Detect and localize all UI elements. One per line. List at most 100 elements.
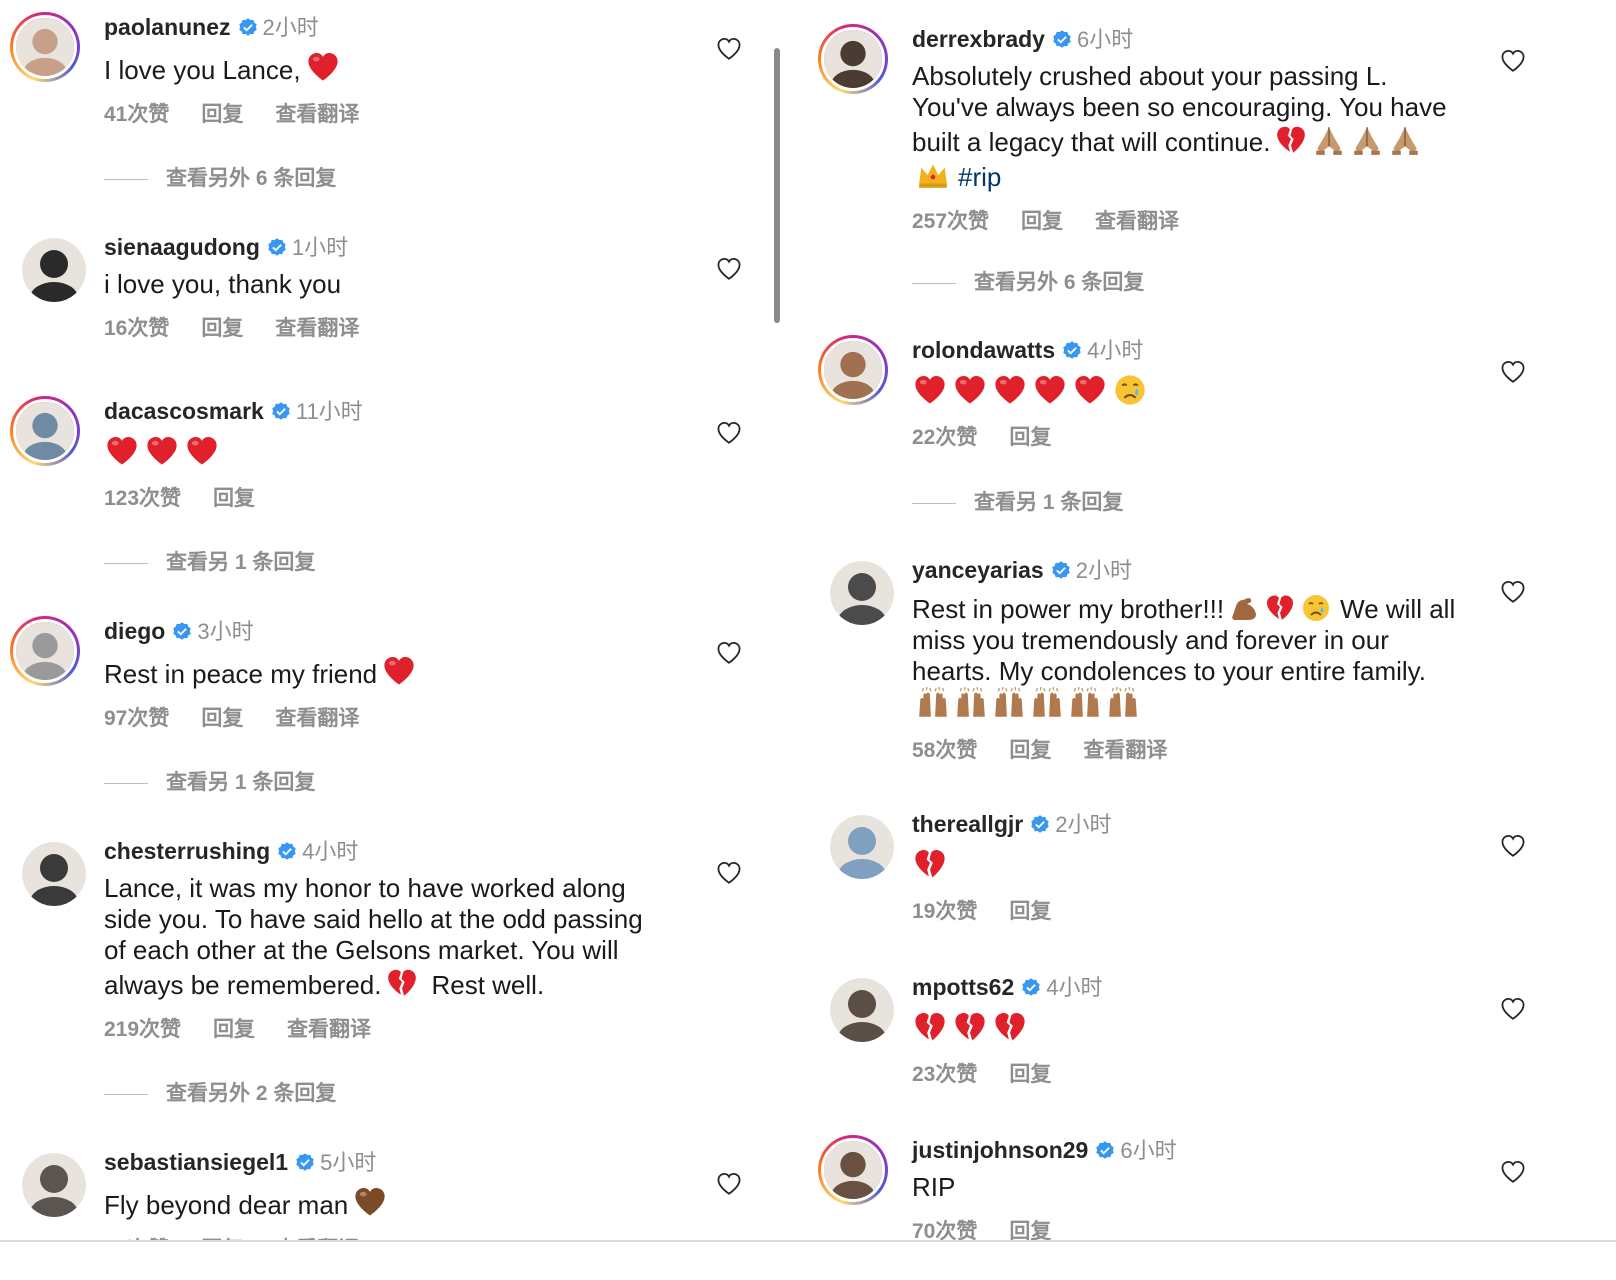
- reply-button[interactable]: 回复: [1021, 210, 1063, 233]
- username-link[interactable]: chesterrushing: [104, 838, 270, 864]
- avatar[interactable]: [830, 978, 894, 1042]
- likes-count[interactable]: 58次赞: [912, 739, 977, 762]
- comment-text: Absolutely crushed about your passing L.: [912, 61, 1447, 92]
- username-link[interactable]: dacascosmark: [104, 398, 264, 424]
- username-link[interactable]: mpotts62: [912, 974, 1014, 1000]
- verified-badge-icon: [1052, 561, 1070, 579]
- timestamp: 2小时: [1055, 812, 1112, 837]
- replies-divider: [104, 178, 148, 180]
- username-link[interactable]: yanceyarias: [912, 557, 1044, 583]
- scrollbar[interactable]: [774, 48, 780, 323]
- username-link[interactable]: sebastiansiegel1: [104, 1149, 288, 1175]
- likes-count[interactable]: 219次赞: [104, 1018, 181, 1041]
- avatar[interactable]: [818, 335, 888, 405]
- reply-button[interactable]: 回复: [213, 1018, 255, 1041]
- username-link[interactable]: diego: [104, 618, 165, 644]
- see-translation-button[interactable]: 查看翻译: [1095, 210, 1179, 233]
- view-replies-button[interactable]: 查看另外 6 条回复: [104, 162, 336, 192]
- avatar[interactable]: [10, 12, 80, 82]
- likes-count[interactable]: 22次赞: [912, 426, 977, 449]
- username-link[interactable]: sienaagudong: [104, 234, 260, 260]
- hashtag-link[interactable]: #rip: [958, 162, 1001, 192]
- comment-meta: 58次赞 回复 查看翻译: [912, 734, 1455, 764]
- username-link[interactable]: justinjohnson29: [912, 1137, 1088, 1163]
- avatar[interactable]: [10, 396, 80, 466]
- broken-heart-emoji: [1274, 123, 1308, 157]
- reply-button[interactable]: 回复: [201, 317, 243, 340]
- like-heart-icon[interactable]: [716, 256, 742, 282]
- likes-count[interactable]: 257次赞: [912, 210, 989, 233]
- likes-count[interactable]: 23次赞: [912, 1063, 977, 1086]
- like-heart-icon[interactable]: [716, 36, 742, 62]
- comment-meta: 23次赞 回复: [912, 1058, 1103, 1088]
- see-translation-button[interactable]: 查看翻译: [275, 317, 359, 340]
- comment-body: rolondawatts 4小时 22次赞 回复: [912, 335, 1148, 451]
- verified-badge-icon: [278, 842, 296, 860]
- view-replies-label: 查看另外 6 条回复: [974, 271, 1145, 294]
- reply-button[interactable]: 回复: [1009, 900, 1051, 923]
- folded-hands-emoji: [1350, 123, 1384, 157]
- view-replies-button[interactable]: 查看另 1 条回复: [104, 766, 315, 796]
- avatar[interactable]: [818, 24, 888, 94]
- avatar[interactable]: [22, 238, 86, 302]
- username-link[interactable]: thereallgjr: [912, 811, 1023, 837]
- folded-hands-emoji: [1312, 123, 1346, 157]
- avatar[interactable]: [10, 616, 80, 686]
- like-heart-icon[interactable]: [1500, 1159, 1526, 1185]
- reply-button[interactable]: 回复: [1009, 739, 1051, 762]
- reply-button[interactable]: 回复: [201, 103, 243, 126]
- timestamp: 1小时: [291, 235, 349, 260]
- like-heart-icon[interactable]: [1500, 833, 1526, 859]
- like-heart-icon[interactable]: [1500, 48, 1526, 74]
- username-link[interactable]: derrexbrady: [912, 26, 1045, 52]
- comment-text-line: of each other at the Gelsons market. You…: [104, 935, 619, 965]
- likes-count[interactable]: 97次赞: [104, 707, 169, 730]
- comment-text-line: Lance, it was my honor to have worked al…: [104, 873, 626, 903]
- like-heart-icon[interactable]: [1500, 359, 1526, 385]
- like-heart-icon[interactable]: [1500, 996, 1526, 1022]
- comment-header: sebastiansiegel1 5小时: [104, 1147, 391, 1178]
- like-heart-icon[interactable]: [716, 640, 742, 666]
- raising-hands-emoji: [954, 687, 988, 721]
- comment-body: sienaagudong 1小时 i love you, thank you 16次赞…: [104, 232, 391, 342]
- verified-badge-icon: [272, 402, 290, 420]
- broken-heart-emoji: [1264, 592, 1296, 624]
- see-translation-button[interactable]: 查看翻译: [275, 707, 359, 730]
- see-translation-button[interactable]: 查看翻译: [1083, 739, 1167, 762]
- comment-text: [104, 433, 363, 470]
- avatar[interactable]: [830, 561, 894, 625]
- view-replies-button[interactable]: 查看另 1 条回复: [104, 546, 315, 576]
- username-link[interactable]: paolanunez: [104, 14, 231, 40]
- see-translation-button[interactable]: 查看翻译: [287, 1018, 371, 1041]
- reply-button[interactable]: 回复: [1009, 426, 1051, 449]
- view-replies-button[interactable]: 查看另外 6 条回复: [912, 266, 1144, 296]
- see-translation-button[interactable]: 查看翻译: [275, 103, 359, 126]
- likes-count[interactable]: 123次赞: [104, 487, 181, 510]
- reply-button[interactable]: 回复: [201, 707, 243, 730]
- reply-button[interactable]: 回复: [1009, 1063, 1051, 1086]
- like-heart-icon[interactable]: [716, 1171, 742, 1197]
- comment-text-content: Rest in peace my friend: [104, 659, 378, 689]
- comment-meta: 97次赞 回复 查看翻译: [104, 702, 417, 732]
- like-heart-icon[interactable]: [716, 420, 742, 446]
- username-link[interactable]: rolondawatts: [912, 337, 1055, 363]
- avatar[interactable]: [830, 815, 894, 879]
- view-replies-button[interactable]: 查看另 1 条回复: [912, 486, 1123, 516]
- like-heart-icon[interactable]: [716, 860, 742, 886]
- replies-divider: [912, 502, 956, 504]
- like-heart-icon[interactable]: [1500, 579, 1526, 605]
- comment-text: always be remembered. Rest well.: [104, 966, 643, 1001]
- likes-count[interactable]: 19次赞: [912, 900, 977, 923]
- avatar[interactable]: [818, 1135, 888, 1205]
- verified-badge-icon: [1063, 341, 1081, 359]
- comment-meta: 22次赞 回复: [912, 421, 1148, 451]
- reply-button[interactable]: 回复: [213, 487, 255, 510]
- comment-text: You've always been so encouraging. You h…: [912, 92, 1447, 123]
- avatar[interactable]: [22, 1153, 86, 1217]
- likes-count[interactable]: 16次赞: [104, 317, 169, 340]
- avatar[interactable]: [22, 842, 86, 906]
- view-replies-button[interactable]: 查看另外 2 条回复: [104, 1077, 336, 1107]
- comment-text-tail: Rest well.: [431, 970, 545, 1000]
- likes-count[interactable]: 41次赞: [104, 103, 169, 126]
- crown-emoji: [916, 158, 950, 192]
